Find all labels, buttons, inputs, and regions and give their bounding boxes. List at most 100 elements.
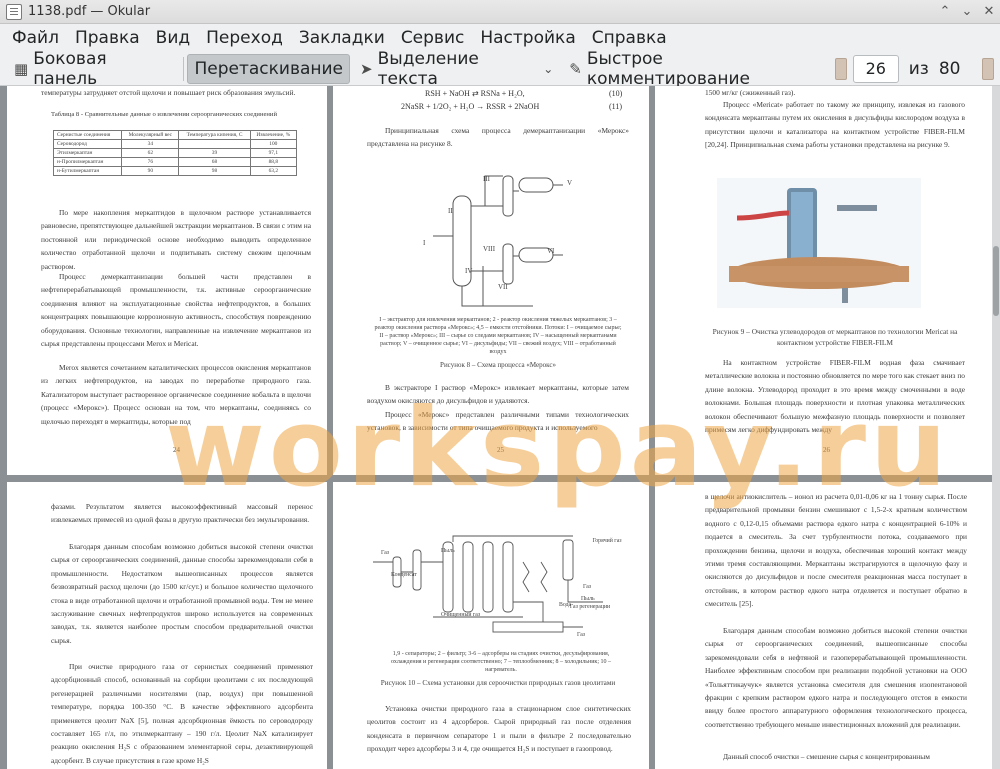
menu-file[interactable]: Файл [0, 28, 67, 48]
table-cell: 63,2 [249, 166, 298, 176]
table-cell: 88,8 [249, 157, 298, 167]
table-header-row: Сернистые соединения Молекулярный вес Те… [52, 130, 298, 140]
diagram-label: Газ регенерации [569, 604, 611, 610]
menu-bookmarks[interactable]: Закладки [291, 28, 393, 48]
diagram-label: Конденсат [391, 572, 417, 578]
minimize-icon[interactable]: ⌃ [934, 3, 956, 21]
stream-label: VI [547, 247, 555, 255]
diagram-label: Пыль [441, 548, 455, 554]
stream-label: I [423, 239, 426, 247]
document-viewport[interactable]: температуры затрудняет отстой щелочи и п… [0, 86, 1000, 769]
pipeline [373, 535, 603, 628]
quick-annotation-button[interactable]: ✎ Быстрое комментирование [563, 49, 825, 89]
table-row: Этилмеркаптан 62 39 97,1 [52, 148, 298, 158]
diagram-label: Газ [381, 550, 390, 556]
maximize-icon[interactable]: ⌄ [956, 3, 978, 21]
close-icon[interactable]: ✕ [978, 3, 1000, 21]
merox-process-diagram [433, 175, 563, 307]
page-number: 26 [823, 446, 830, 454]
page-number: 24 [173, 446, 180, 454]
menu-tools[interactable]: Сервис [393, 28, 473, 48]
formula-number: (11) [609, 102, 623, 111]
table-row: н-Бутилмеркаптан 90 98 63,2 [52, 166, 298, 176]
window-title: 1138.pdf — Okular [28, 4, 151, 19]
window-titlebar: 1138.pdf — Okular ⌃ ⌄ ✕ [0, 0, 1000, 24]
stream-label: V [567, 179, 573, 187]
page-number: 25 [497, 446, 504, 454]
sidebar-toggle-button[interactable]: ▦ Боковая панель [8, 49, 175, 89]
vertical-scrollbar[interactable] [992, 86, 1000, 769]
menu-edit[interactable]: Правка [67, 28, 148, 48]
table-cell [178, 139, 251, 149]
paragraph: Процесс «Mericat» работает по такому же … [705, 100, 965, 150]
diagram-label: Очищенный газ [441, 612, 481, 618]
paragraph: Merox является сочетанием каталитических… [41, 363, 311, 426]
stream-label: IV [465, 267, 473, 275]
table-cell: н-Пропилмеркаптан [52, 157, 123, 167]
toolbar-separator [182, 56, 184, 81]
menu-help[interactable]: Справка [584, 28, 675, 48]
paragraph: Процесс демеркаптанизации большей части … [41, 272, 311, 349]
paragraph: По мере накопления меркаптидов в щелочно… [41, 208, 312, 271]
figure-caption: Рисунок 9 – Очистка углеводородов от мер… [712, 327, 958, 347]
scrollbar-thumb[interactable] [993, 246, 999, 316]
table-cell: 76 [121, 157, 180, 167]
paragraph: фазами. Результатом является высокоэффек… [51, 502, 313, 525]
page-28: Газ Конденсат Пыль Очищенный газ Горячий… [333, 482, 649, 769]
paragraph: Процесс «Мерокс» представлен различными … [367, 410, 629, 433]
paragraph: в щелочи антиокислитель – ионол из расче… [705, 492, 967, 609]
table-title: Таблица 8 - Сравнительные данные о извле… [51, 111, 277, 118]
previous-page-icon[interactable] [835, 57, 847, 80]
menu-view[interactable]: Вид [148, 28, 198, 48]
table-cell: 34 [121, 139, 180, 149]
browse-tool-button[interactable]: Перетаскивание [187, 53, 351, 84]
formula: 2NaSR + 1/2O₂ + H₂O → RSSR + 2NaOH [401, 102, 540, 111]
table-cell: 39 [178, 148, 251, 158]
page-number-input[interactable]: 26 [852, 54, 899, 83]
adsorber-vessel [482, 541, 494, 613]
figure-caption: Рисунок 10 – Схема установки для сероочи… [380, 679, 616, 687]
menu-go[interactable]: Переход [198, 28, 291, 48]
table-row: н-Пропилмеркаптан 76 68 88,8 [52, 157, 298, 167]
page-27: фазами. Результатом является высокоэффек… [7, 482, 327, 769]
page-29: в щелочи антиокислитель – ионол из расче… [655, 482, 992, 769]
next-page-icon[interactable] [982, 57, 995, 80]
table-header: Молекулярный вес [121, 130, 180, 140]
stream-label: VIII [483, 245, 496, 253]
settler-vessel [518, 177, 554, 193]
table-cell: 68 [178, 157, 251, 167]
mericat-illustration [717, 178, 921, 308]
diagram-label: Газ [583, 584, 592, 590]
sidebar-icon: ▦ [14, 59, 29, 78]
diagram-label: Горячий газ [592, 538, 622, 544]
diagram-label: Газ [577, 632, 586, 638]
table-cell: 90 [121, 166, 180, 176]
page-24: температуры затрудняет отстой щелочи и п… [7, 86, 327, 475]
pen-icon: ✎ [569, 59, 582, 78]
page-26: 1500 мг/кг (сжиженный газ). Процесс «Mer… [655, 86, 992, 475]
text-select-label: Выделение текста [377, 48, 479, 89]
text-select-tool-button[interactable]: ➤ Выделение текста ⌄ [354, 49, 559, 89]
fiber-bundle [791, 192, 813, 258]
figure-caption: Рисунок 8 – Схема процесса «Мерокс» [440, 361, 556, 369]
reactor-vessel [502, 243, 514, 285]
page-25: RSH + NaOH ⇄ RSNa + H₂O, (10) 2NaSR + 1/… [333, 86, 649, 475]
page-text: температуры затрудняет отстой щелочи и п… [41, 88, 296, 97]
reactor-vessel [502, 175, 514, 217]
main-toolbar: ▦ Боковая панель Перетаскивание ➤ Выделе… [0, 49, 1000, 89]
menu-settings[interactable]: Настройка [472, 28, 583, 48]
heater [492, 621, 564, 633]
paragraph: Данный способ очистки – смешение сырья с… [723, 752, 930, 761]
page-of-label: из [908, 58, 929, 79]
chevron-down-icon[interactable]: ⌄ [543, 62, 553, 76]
paragraph: При очистке природного газа от сернистых… [51, 662, 313, 765]
sidebar-label: Боковая панель [33, 48, 107, 89]
data-table: Сернистые соединения Молекулярный вес Те… [52, 130, 298, 176]
quick-annotation-label: Быстрое комментирование [586, 48, 750, 89]
table-header: Сернистые соединения [52, 130, 123, 140]
paragraph: Благодаря данным способам возможно добит… [51, 542, 313, 645]
table-row: Сероводород 34 100 [52, 139, 298, 149]
table-cell: н-Бутилмеркаптан [52, 166, 123, 176]
table-cell: 62 [121, 148, 180, 158]
separator-vessel [562, 539, 574, 581]
